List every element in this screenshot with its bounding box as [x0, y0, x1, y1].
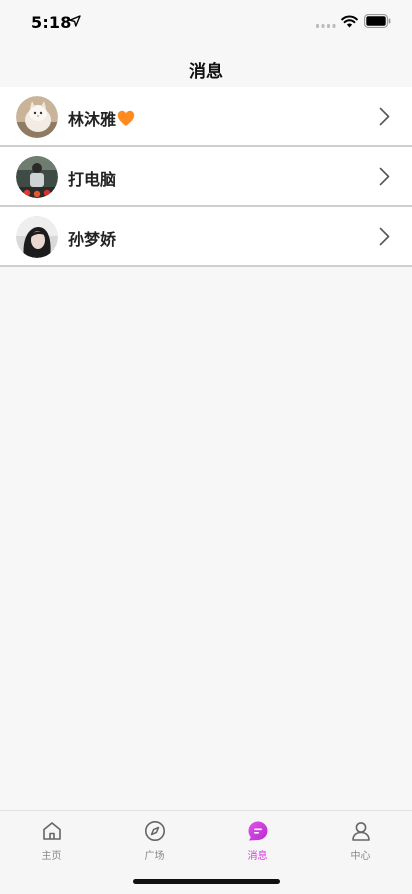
page-title: 消息: [189, 62, 223, 82]
chevron-right-icon: [379, 167, 390, 186]
avatar: [16, 216, 58, 258]
contact-name: 林沐雅: [68, 106, 135, 130]
avatar: [16, 156, 58, 198]
contact-name: 孙梦娇: [68, 230, 117, 249]
tab-label: 中心: [350, 851, 371, 862]
orange-heart-icon: [117, 110, 135, 126]
person-icon: [352, 822, 370, 841]
battery-icon: [364, 14, 391, 28]
location-arrow-icon: [69, 15, 81, 27]
tab-label: 消息: [247, 851, 268, 862]
tab-home[interactable]: 主页: [0, 811, 103, 871]
nav-bar: 消息: [0, 46, 412, 88]
compass-icon: [145, 821, 165, 841]
conversation-row[interactable]: 孙梦娇: [0, 207, 412, 267]
conversation-list: 林沐雅 打电脑 孙梦娇: [0, 87, 412, 267]
wifi-icon: [341, 15, 358, 28]
messages-screen: 5:18 消息 林沐雅 打电脑 孙梦娇 主页 广场 消息 中心: [0, 0, 412, 894]
contact-name: 打电脑: [68, 170, 117, 189]
home-indicator: [133, 879, 280, 884]
message-bubble-icon: [248, 821, 268, 841]
tab-plaza[interactable]: 广场: [103, 811, 206, 871]
tab-messages[interactable]: 消息: [206, 811, 309, 871]
status-time: 5:18: [31, 13, 72, 32]
status-bar: 5:18: [0, 0, 412, 46]
tab-label: 主页: [41, 851, 62, 862]
chevron-right-icon: [379, 227, 390, 246]
avatar: [16, 96, 58, 138]
conversation-row[interactable]: 林沐雅: [0, 87, 412, 147]
chevron-right-icon: [379, 107, 390, 126]
tab-label: 广场: [144, 851, 165, 862]
conversation-row[interactable]: 打电脑: [0, 147, 412, 207]
tab-center[interactable]: 中心: [309, 811, 412, 871]
cellular-signal-icon: [316, 24, 336, 28]
home-icon: [43, 822, 61, 840]
